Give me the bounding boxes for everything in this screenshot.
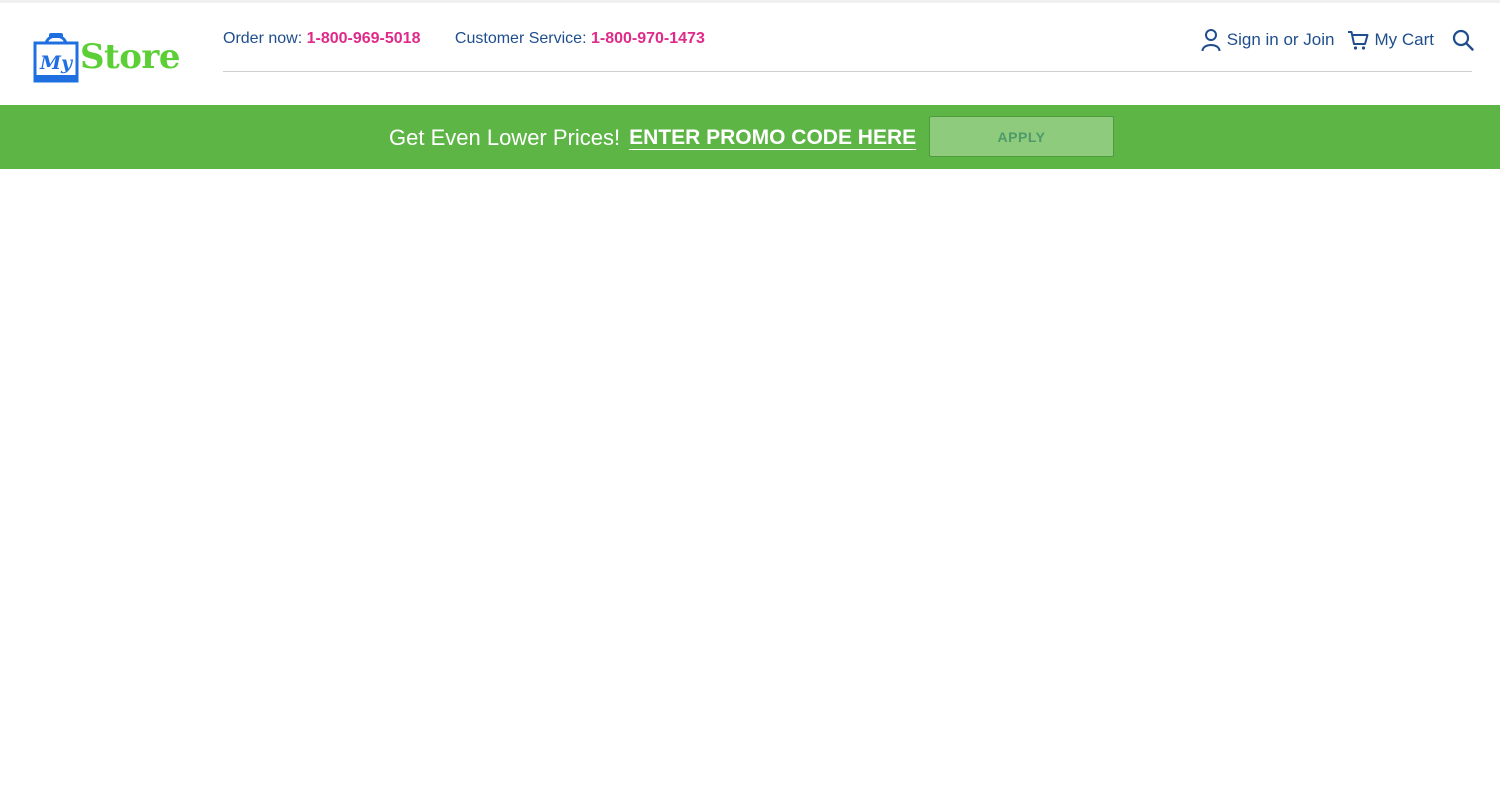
promo-banner: Get Even Lower Prices! ENTER PROMO CODE … xyxy=(0,105,1500,169)
sign-in-label: Sign in or Join xyxy=(1226,30,1335,49)
order-now-label: Order now: xyxy=(223,30,303,47)
contact-info: Order now: 1-800-969-5018 Customer Servi… xyxy=(223,30,735,48)
search-icon xyxy=(1452,29,1474,51)
site-header: My Store Order now: 1-800-969-5018 Custo… xyxy=(0,3,1500,105)
user-icon xyxy=(1201,29,1221,52)
promo-code-link[interactable]: ENTER PROMO CODE HERE xyxy=(629,126,916,150)
promo-content: Get Even Lower Prices! ENTER PROMO CODE … xyxy=(389,117,916,159)
logo-badge-text: My xyxy=(39,52,74,74)
my-cart-label: My Cart xyxy=(1374,30,1435,49)
store-logo[interactable]: My Store xyxy=(33,27,180,87)
order-now: Order now: 1-800-969-5018 xyxy=(223,30,420,48)
service-phone-link[interactable]: 1-800-970-1473 xyxy=(591,30,705,47)
shopping-bag-icon: My xyxy=(33,33,79,83)
order-phone-link[interactable]: 1-800-969-5018 xyxy=(307,30,421,47)
sign-in-button[interactable]: Sign in or Join xyxy=(1201,28,1335,52)
cart-icon xyxy=(1347,31,1368,50)
logo-wordmark: Store xyxy=(80,37,180,77)
customer-service: Customer Service: 1-800-970-1473 xyxy=(455,30,705,48)
apply-button[interactable]: APPLY xyxy=(929,116,1114,157)
header-divider xyxy=(223,71,1472,72)
header-actions: Sign in or Join My Cart xyxy=(1201,25,1474,55)
customer-service-label: Customer Service: xyxy=(454,30,587,47)
my-cart-button[interactable]: My Cart xyxy=(1347,29,1435,51)
main-content xyxy=(0,169,1500,809)
search-button[interactable] xyxy=(1452,29,1474,51)
promo-headline: Get Even Lower Prices! xyxy=(389,125,621,150)
